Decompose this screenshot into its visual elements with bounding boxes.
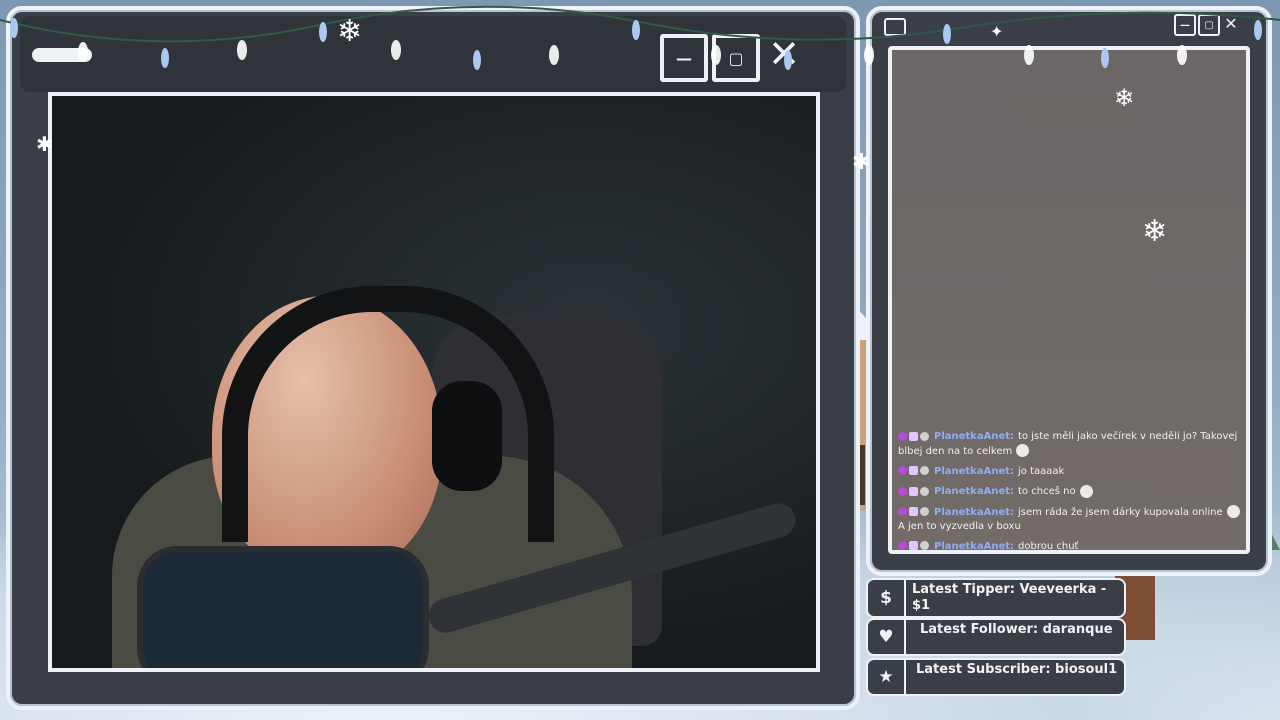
skull-badge-icon (920, 541, 929, 550)
snowflake-icon: ❄ (1114, 84, 1135, 112)
latest-subscriber-label: Latest Subscriber: biosoul1 (916, 662, 1118, 677)
headphones (222, 286, 554, 542)
webcam-feed (48, 92, 820, 672)
star-badge-icon (909, 507, 918, 516)
headphone-cup (432, 381, 502, 491)
string-lights (0, 5, 1280, 70)
skull-badge-icon (920, 466, 929, 475)
snowflake-icon: ❄ (1142, 214, 1168, 249)
snowflake-icon: ✱ (852, 150, 871, 175)
latest-subscriber-panel: ★ Latest Subscriber: biosoul1 (866, 658, 1126, 696)
star-badge-icon (909, 431, 918, 441)
emote-icon (1226, 505, 1240, 518)
star-badge-icon (909, 466, 918, 475)
latest-follower-panel: ♥ Latest Follower: daranque (866, 618, 1126, 656)
star-icon: ★ (868, 660, 906, 694)
emote-icon (1016, 444, 1030, 457)
chat-message: PlanetkaAnet: to chceš no (898, 484, 1240, 500)
snowflake-icon: ❄ (337, 14, 363, 49)
chat-message: PlanetkaAnet: jsem ráda že jsem dárky kup… (898, 505, 1240, 534)
skull-badge-icon (920, 507, 929, 516)
heart-badge-icon (898, 466, 907, 475)
heart-badge-icon (898, 507, 907, 516)
heart-badge-icon (898, 541, 907, 550)
chat-messages: PlanetkaAnet: to jste měli jako večírek v… (898, 430, 1240, 552)
emote-icon (1079, 484, 1093, 498)
latest-tipper-panel: $ Latest Tipper: Veeveerka - $1 (866, 578, 1126, 618)
snowflake-icon: ✦ (990, 22, 1004, 41)
chat-username[interactable]: PlanetkaAnet: (934, 541, 1014, 551)
heart-badge-icon (898, 486, 907, 496)
chat-window: — ▢ ✕ PlanetkaAnet: to jste měli jako več… (866, 6, 1272, 576)
chat-message: PlanetkaAnet: jo taaaak (898, 465, 1240, 479)
chat-username[interactable]: PlanetkaAnet: (934, 431, 1014, 442)
chat-message: PlanetkaAnet: dobrou chuť (898, 540, 1240, 552)
chat-text: jo taaaak (1018, 465, 1065, 477)
heart-icon: ♥ (868, 620, 906, 654)
latest-follower-label: Latest Follower: daranque (920, 622, 1113, 637)
heart-badge-icon (898, 431, 907, 441)
snowflake-icon: ✱ (36, 132, 53, 156)
chat-text: jsem ráda že jsem dárky kupovala online (1018, 506, 1223, 518)
chat-text-continued: A jen to vyzvedla v boxu (898, 520, 1021, 532)
dollar-icon: $ (868, 580, 906, 616)
latest-tipper-label: Latest Tipper: Veeveerka - $1 (912, 582, 1107, 613)
chat-username[interactable]: PlanetkaAnet: (934, 466, 1014, 477)
chat-username[interactable]: PlanetkaAnet: (934, 486, 1014, 497)
star-badge-icon (909, 486, 918, 496)
star-badge-icon (909, 541, 918, 550)
chat-panel: PlanetkaAnet: to jste měli jako večírek v… (888, 46, 1250, 554)
chat-text: to chceš no (1018, 486, 1076, 497)
skull-badge-icon (920, 431, 929, 441)
skull-badge-icon (920, 486, 929, 496)
chat-text: dobrou chuť (1018, 540, 1079, 552)
chat-message: PlanetkaAnet: to jste měli jako večírek v… (898, 430, 1240, 459)
microphone (137, 546, 429, 668)
chat-username[interactable]: PlanetkaAnet: (934, 507, 1014, 518)
